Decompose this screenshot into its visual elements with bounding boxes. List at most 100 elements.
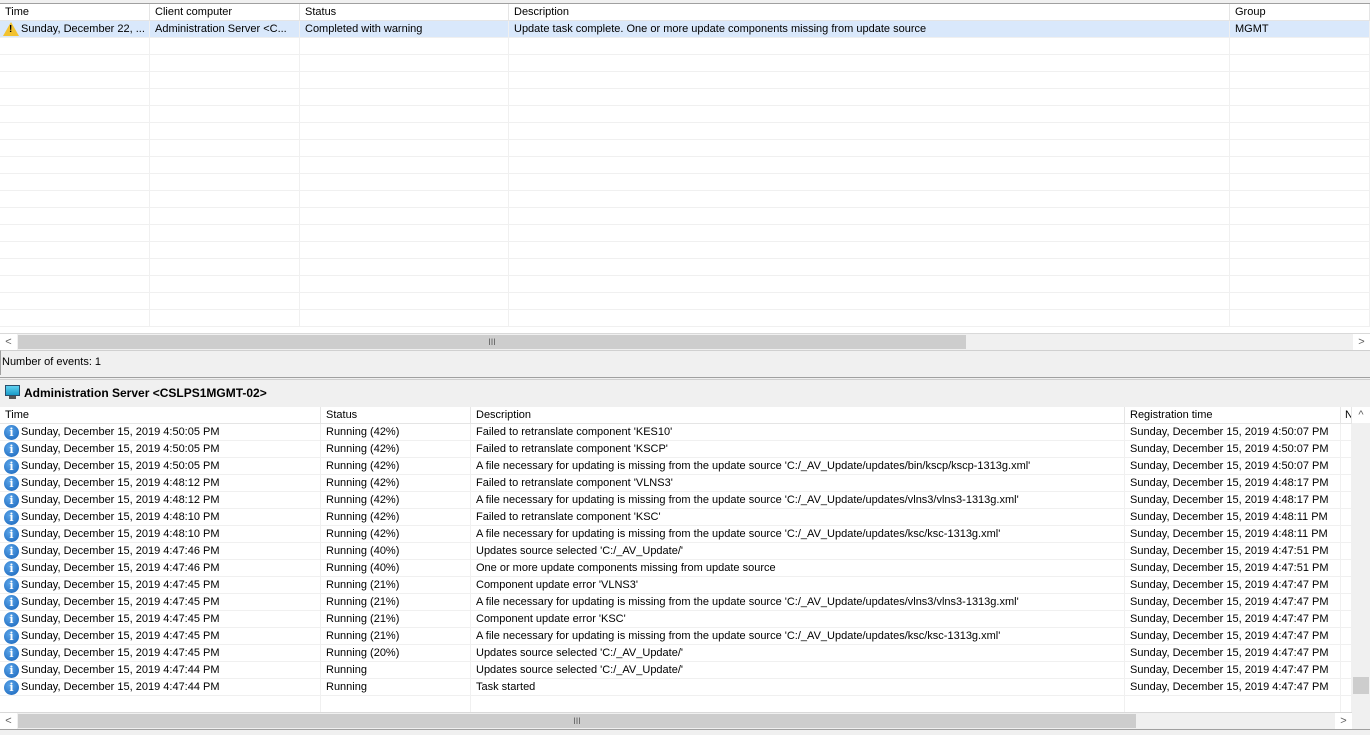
info-icon: i <box>4 629 19 644</box>
event-details-vertical-scrollbar[interactable]: ^ <box>1352 407 1370 712</box>
cell: Sunday, December 15, 2019 4:47:47 PM <box>1125 645 1341 662</box>
cell-text: Administration Server <C... <box>155 23 287 35</box>
column-header-n[interactable]: N <box>1341 407 1352 424</box>
event-detail-row[interactable]: i Sunday, December 15, 2019 4:47:45 PM Run… <box>0 594 1352 611</box>
column-header-time[interactable]: Time <box>0 4 150 21</box>
cell <box>0 140 150 157</box>
cell <box>1230 208 1370 225</box>
cell: Sunday, December 15, 2019 4:48:17 PM <box>1125 492 1341 509</box>
cell <box>1341 492 1352 509</box>
scrollbar-thumb[interactable]: III <box>18 335 966 349</box>
cell: Failed to retranslate component 'KSC' <box>471 509 1125 526</box>
event-detail-row[interactable]: i Sunday, December 15, 2019 4:47:45 PM Run… <box>0 611 1352 628</box>
cell: i Sunday, December 15, 2019 4:47:45 PM <box>0 577 321 594</box>
cell-text: Sunday, December 15, 2019 4:47:46 PM <box>21 562 220 574</box>
events-count: Number of events: 1 <box>2 356 102 368</box>
event-detail-row[interactable]: i Sunday, December 15, 2019 4:47:45 PM Run… <box>0 577 1352 594</box>
cell-text: Component update error 'KSC' <box>476 613 626 625</box>
cell <box>1341 475 1352 492</box>
cell <box>509 55 1230 72</box>
cell-text: Sunday, December 15, 2019 4:47:51 PM <box>1130 562 1329 574</box>
event-detail-row[interactable]: i Sunday, December 15, 2019 4:47:44 PM Run… <box>0 679 1352 696</box>
event-details-table: Time Status Description Registration tim… <box>0 407 1352 712</box>
cell: A file necessary for updating is missing… <box>471 526 1125 543</box>
cell-text: Running (40%) <box>326 545 400 557</box>
column-header-status[interactable]: Status <box>300 4 509 21</box>
computer-monitor-stand-icon <box>9 396 16 399</box>
cell-text: Failed to retranslate component 'KES10' <box>476 426 673 438</box>
event-detail-row[interactable]: i Sunday, December 15, 2019 4:48:10 PM Run… <box>0 509 1352 526</box>
cell-text: A file necessary for updating is missing… <box>476 460 1031 472</box>
cell <box>0 55 150 72</box>
event-detail-row[interactable]: i Sunday, December 15, 2019 4:48:12 PM Run… <box>0 475 1352 492</box>
cell: i Sunday, December 15, 2019 4:48:12 PM <box>0 492 321 509</box>
scroll-left-button[interactable]: < <box>0 713 17 729</box>
cell: Failed to retranslate component 'VLNS3' <box>471 475 1125 492</box>
scroll-up-button[interactable]: ^ <box>1352 407 1370 423</box>
cell <box>1341 543 1352 560</box>
info-icon: i <box>4 612 19 627</box>
cell: Update task complete. One or more update… <box>509 21 1230 38</box>
event-detail-row[interactable]: i Sunday, December 15, 2019 4:48:12 PM Run… <box>0 492 1352 509</box>
empty-row <box>0 276 1370 293</box>
cell-text: Running (42%) <box>326 477 400 489</box>
cell <box>150 72 300 89</box>
event-detail-row[interactable]: i Sunday, December 15, 2019 4:50:05 PM Run… <box>0 441 1352 458</box>
scroll-left-button[interactable]: < <box>0 334 17 350</box>
cell <box>150 106 300 123</box>
cell: Sunday, December 15, 2019 4:47:47 PM <box>1125 628 1341 645</box>
event-detail-row[interactable]: i Sunday, December 15, 2019 4:47:44 PM Run… <box>0 662 1352 679</box>
event-details-horizontal-scrollbar[interactable]: < III > <box>0 712 1352 729</box>
event-detail-row[interactable]: i Sunday, December 15, 2019 4:47:46 PM Run… <box>0 560 1352 577</box>
event-detail-row[interactable]: i Sunday, December 15, 2019 4:47:46 PM Run… <box>0 543 1352 560</box>
column-header-status[interactable]: Status <box>321 407 471 424</box>
cell <box>0 106 150 123</box>
event-detail-row[interactable]: i Sunday, December 15, 2019 4:50:05 PM Run… <box>0 424 1352 441</box>
column-header-time[interactable]: Time <box>0 407 321 424</box>
cell <box>1341 679 1352 696</box>
cell <box>300 310 509 327</box>
status-bar: Number of events: 1 <box>0 350 1370 375</box>
cell: i Sunday, December 15, 2019 4:50:05 PM <box>0 458 321 475</box>
scrollbar-thumb[interactable]: III <box>18 714 1136 728</box>
scroll-right-button[interactable]: > <box>1353 334 1370 350</box>
cell-text: Failed to retranslate component 'KSCP' <box>476 443 668 455</box>
column-header-group[interactable]: Group <box>1230 4 1370 21</box>
column-header-description[interactable]: Description <box>471 407 1125 424</box>
cell <box>0 157 150 174</box>
events-table-horizontal-scrollbar[interactable]: < III > <box>0 333 1370 350</box>
event-row[interactable]: ! Sunday, December 22, ... Administration … <box>0 21 1370 38</box>
panel-splitter[interactable] <box>0 377 1370 380</box>
column-header-client-computer[interactable]: Client computer <box>150 4 300 21</box>
event-detail-row[interactable]: i Sunday, December 15, 2019 4:50:05 PM Run… <box>0 458 1352 475</box>
cell <box>1341 458 1352 475</box>
cell-text: Sunday, December 15, 2019 4:48:17 PM <box>1130 494 1329 506</box>
event-detail-row[interactable]: i Sunday, December 15, 2019 4:47:45 PM Run… <box>0 645 1352 662</box>
scrollbar-thumb[interactable] <box>1353 677 1369 694</box>
cell: Sunday, December 15, 2019 4:47:47 PM <box>1125 679 1341 696</box>
cell: Component update error 'KSC' <box>471 611 1125 628</box>
cell-text: Sunday, December 15, 2019 4:48:10 PM <box>21 528 220 540</box>
cell: Failed to retranslate component 'KES10' <box>471 424 1125 441</box>
empty-row <box>0 140 1370 157</box>
event-detail-row[interactable]: i Sunday, December 15, 2019 4:47:45 PM Run… <box>0 628 1352 645</box>
cell <box>150 310 300 327</box>
cell: A file necessary for updating is missing… <box>471 458 1125 475</box>
cell-text: Sunday, December 15, 2019 4:47:47 PM <box>1130 596 1329 608</box>
scroll-right-button[interactable]: > <box>1335 713 1352 729</box>
cell <box>0 38 150 55</box>
cell-text: Sunday, December 15, 2019 4:47:47 PM <box>1130 630 1329 642</box>
empty-row <box>0 259 1370 276</box>
empty-row <box>0 157 1370 174</box>
cell <box>509 225 1230 242</box>
cell-text: Sunday, December 15, 2019 4:47:45 PM <box>21 579 220 591</box>
empty-row <box>0 208 1370 225</box>
column-header-description[interactable]: Description <box>509 4 1230 21</box>
cell <box>509 38 1230 55</box>
event-detail-row[interactable]: i Sunday, December 15, 2019 4:48:10 PM Run… <box>0 526 1352 543</box>
event-details-table-header: Time Status Description Registration tim… <box>0 407 1352 424</box>
cell <box>150 55 300 72</box>
cell <box>509 293 1230 310</box>
column-header-registration-time[interactable]: Registration time <box>1125 407 1341 424</box>
cell: i Sunday, December 15, 2019 4:50:05 PM <box>0 441 321 458</box>
